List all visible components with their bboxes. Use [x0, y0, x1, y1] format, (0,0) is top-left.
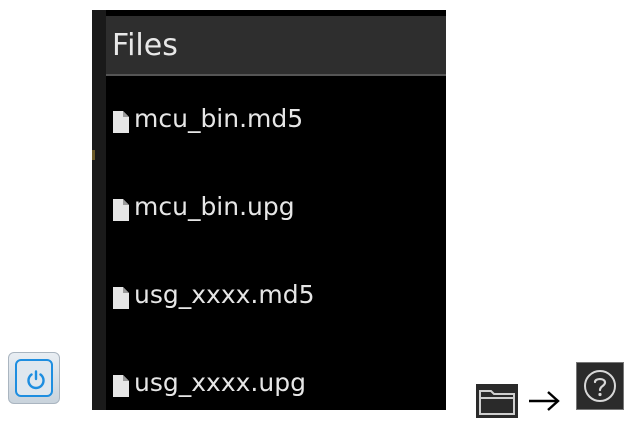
power-button-face: [15, 359, 53, 397]
file-icon: [113, 287, 129, 309]
file-icon: [113, 199, 129, 221]
folder-icon[interactable]: [476, 384, 518, 418]
power-icon: [27, 370, 45, 390]
file-list: mcu_bin.md5 mcu_bin.upg usg_xxxx.md5 usg…: [110, 78, 440, 410]
file-name: usg_xxxx.md5: [134, 280, 315, 309]
help-button[interactable]: [576, 362, 624, 410]
instruction-figure: Files mcu_bin.md5 mcu_bin.upg usg_xxxx.m…: [0, 0, 634, 428]
arrow-right-icon: [529, 391, 560, 411]
power-button[interactable]: [8, 352, 60, 404]
files-title: Files: [112, 28, 178, 63]
file-icon: [113, 375, 129, 397]
file-name: usg_xxxx.upg: [134, 368, 306, 397]
file-name: mcu_bin.md5: [134, 104, 304, 133]
file-icon: [113, 111, 129, 133]
files-header: Files: [106, 16, 446, 76]
file-item-usg-xxxx-upg[interactable]: usg_xxxx.upg: [110, 342, 440, 410]
file-item-mcu-bin-md5[interactable]: mcu_bin.md5: [110, 78, 440, 166]
file-browser-screen: Files mcu_bin.md5 mcu_bin.upg usg_xxxx.m…: [92, 10, 446, 410]
side-panel-edge: [92, 10, 106, 410]
file-name: mcu_bin.upg: [134, 192, 295, 221]
panel-marker: [92, 150, 95, 160]
file-item-usg-xxxx-md5[interactable]: usg_xxxx.md5: [110, 254, 440, 342]
help-icon: [584, 370, 616, 402]
file-item-mcu-bin-upg[interactable]: mcu_bin.upg: [110, 166, 440, 254]
